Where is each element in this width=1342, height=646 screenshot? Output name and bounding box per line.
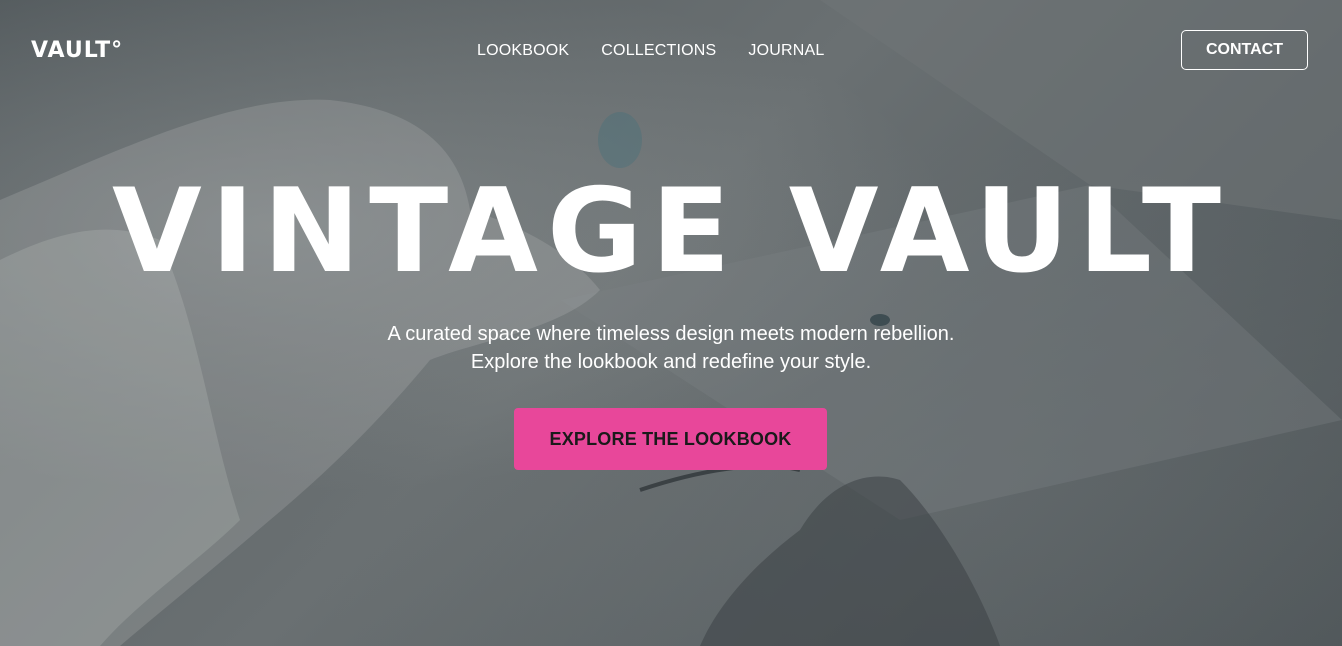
nav-links: LOOKBOOK COLLECTIONS JOURNAL	[477, 42, 825, 60]
nav-link-collections[interactable]: COLLECTIONS	[601, 42, 716, 60]
hero-subtitle-line-1: A curated space where timeless design me…	[387, 323, 955, 345]
top-navigation: VAULT° LOOKBOOK COLLECTIONS JOURNAL CONT…	[0, 0, 1342, 100]
hero-subtitle-line-2: Explore the lookbook and redefine your s…	[470, 351, 872, 373]
nav-link-journal[interactable]: JOURNAL	[748, 42, 824, 60]
explore-lookbook-button[interactable]: EXPLORE THE LOOKBOOK	[514, 408, 827, 470]
hero-title: VINTAGE VAULT	[112, 164, 1230, 299]
brand-logo[interactable]: VAULT°	[31, 38, 123, 63]
contact-button[interactable]: CONTACT	[1181, 30, 1308, 70]
nav-link-lookbook[interactable]: LOOKBOOK	[477, 42, 569, 60]
hero-section: VAULT° LOOKBOOK COLLECTIONS JOURNAL CONT…	[0, 0, 1342, 646]
hero-subtitle: A curated space where timeless design me…	[0, 320, 1342, 376]
